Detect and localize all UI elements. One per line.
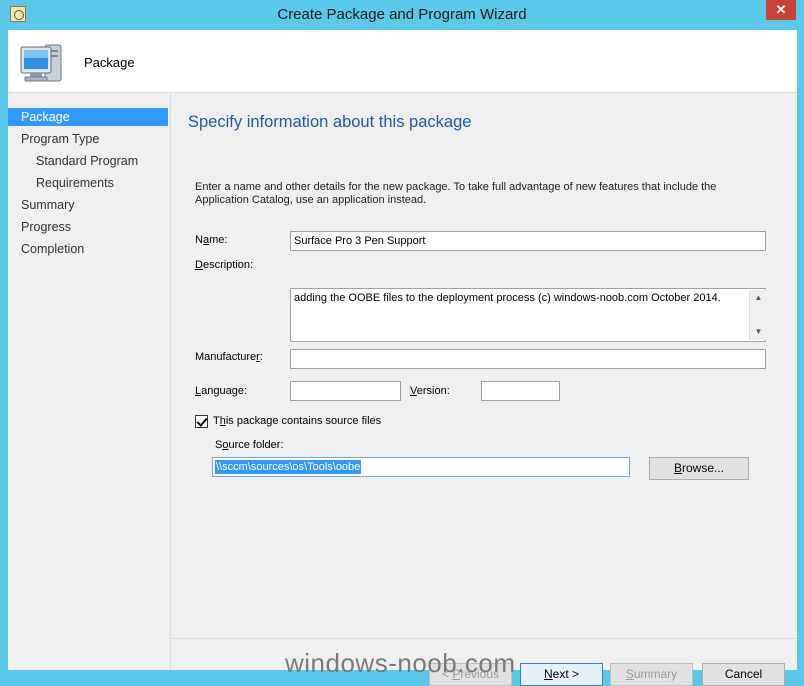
manufacturer-field[interactable]: [290, 349, 766, 369]
main-panel: Specify information about this package E…: [171, 93, 797, 686]
language-label: Language:: [195, 385, 248, 397]
footer-separator: [171, 638, 797, 639]
nav-item-progress[interactable]: Progress: [8, 218, 168, 236]
nav-item-requirements[interactable]: Requirements: [8, 174, 168, 192]
nav-item-package[interactable]: Package: [8, 108, 168, 126]
close-button[interactable]: ✕: [766, 0, 796, 20]
nav-item-completion[interactable]: Completion: [8, 240, 168, 258]
computer-icon: [20, 44, 62, 82]
language-field[interactable]: [290, 381, 401, 401]
scroll-up-icon[interactable]: ▲: [750, 291, 767, 305]
browse-button[interactable]: Browse...: [649, 457, 749, 480]
wizard-client: Package Package Program Type Standard Pr…: [8, 30, 797, 686]
scroll-down-icon[interactable]: ▼: [750, 325, 767, 339]
nav-item-summary[interactable]: Summary: [8, 196, 168, 214]
description-label: Description:: [195, 259, 254, 271]
next-button[interactable]: Next >: [520, 663, 603, 686]
version-field[interactable]: [481, 381, 560, 401]
intro-text: Enter a name and other details for the n…: [195, 181, 717, 206]
manufacturer-label: Manufacturer:: [195, 351, 263, 363]
name-field[interactable]: [290, 231, 766, 251]
description-scrollbar[interactable]: ▲ ▼: [749, 290, 767, 340]
source-folder-field[interactable]: \\sccm\sources\os\Tools\oobe: [212, 457, 630, 477]
page-title: Specify information about this package: [188, 113, 472, 131]
version-label: Version:: [410, 385, 450, 397]
left-nav: Package Program Type Standard Program Re…: [8, 93, 171, 670]
nav-item-program-type[interactable]: Program Type: [8, 130, 168, 148]
summary-button[interactable]: Summary: [610, 663, 693, 686]
cancel-button[interactable]: Cancel: [702, 663, 785, 686]
nav-item-standard-program[interactable]: Standard Program: [8, 152, 168, 170]
header-label: Package: [84, 55, 135, 70]
source-files-checkbox[interactable]: [195, 415, 208, 428]
description-field[interactable]: adding the OOBE files to the deployment …: [290, 288, 766, 342]
name-label: Name:: [195, 234, 228, 246]
wizard-window: Create Package and Program Wizard ✕ Pack…: [0, 0, 804, 686]
watermark: windows-noob.com: [285, 648, 516, 678]
source-folder-value: \\sccm\sources\os\Tools\oobe: [215, 460, 362, 474]
title-bar: Create Package and Program Wizard ✕: [0, 0, 804, 30]
wizard-header: Package: [8, 30, 797, 93]
source-files-label: This package contains source files: [213, 415, 382, 427]
window-title: Create Package and Program Wizard: [277, 6, 527, 23]
source-folder-label: Source folder:: [215, 439, 284, 451]
